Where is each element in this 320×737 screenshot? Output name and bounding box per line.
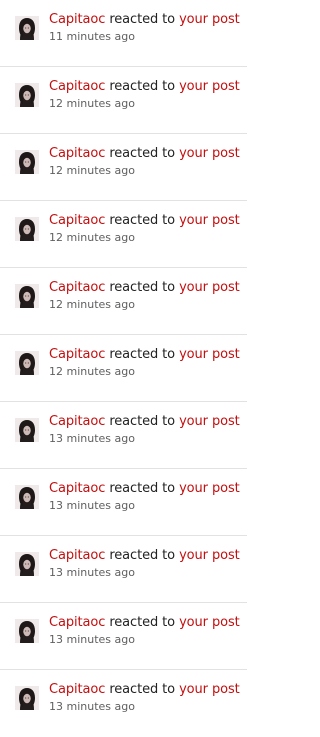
user-link[interactable]: Capitaoc: [49, 682, 105, 697]
action-text: reacted to: [109, 414, 176, 429]
notification-text: Capitaoc reacted to your post: [49, 413, 240, 431]
timestamp: 13 minutes ago: [49, 700, 135, 713]
user-avatar-icon: [15, 351, 39, 375]
user-avatar-icon: [15, 418, 39, 442]
user-avatar[interactable]: [15, 552, 39, 576]
timestamp: 13 minutes ago: [49, 566, 135, 579]
user-link[interactable]: Capitaoc: [49, 280, 105, 295]
action-text: reacted to: [109, 213, 176, 228]
user-avatar[interactable]: [15, 418, 39, 442]
notification-item[interactable]: Capitaoc reacted to your post 12 minutes…: [0, 67, 247, 134]
timestamp: 11 minutes ago: [49, 30, 135, 43]
notification-item[interactable]: Capitaoc reacted to your post 12 minutes…: [0, 335, 247, 402]
action-text: reacted to: [109, 615, 176, 630]
user-link[interactable]: Capitaoc: [49, 414, 105, 429]
notification-item[interactable]: Capitaoc reacted to your post 11 minutes…: [0, 0, 247, 67]
user-avatar-icon: [15, 16, 39, 40]
user-avatar-icon: [15, 150, 39, 174]
user-avatar-icon: [15, 284, 39, 308]
user-avatar[interactable]: [15, 150, 39, 174]
post-link[interactable]: your post: [179, 615, 240, 630]
notification-text: Capitaoc reacted to your post: [49, 212, 240, 230]
notification-item[interactable]: Capitaoc reacted to your post 13 minutes…: [0, 469, 247, 536]
action-text: reacted to: [109, 12, 176, 27]
user-avatar-icon: [15, 686, 39, 710]
post-link[interactable]: your post: [179, 548, 240, 563]
timestamp: 13 minutes ago: [49, 432, 135, 445]
notification-item[interactable]: Capitaoc reacted to your post 12 minutes…: [0, 201, 247, 268]
post-link[interactable]: your post: [179, 213, 240, 228]
post-link[interactable]: your post: [179, 414, 240, 429]
action-text: reacted to: [109, 146, 176, 161]
timestamp: 12 minutes ago: [49, 365, 135, 378]
notification-text: Capitaoc reacted to your post: [49, 547, 240, 565]
user-link[interactable]: Capitaoc: [49, 548, 105, 563]
notification-item[interactable]: Capitaoc reacted to your post 13 minutes…: [0, 670, 247, 737]
post-link[interactable]: your post: [179, 481, 240, 496]
user-link[interactable]: Capitaoc: [49, 347, 105, 362]
notification-item[interactable]: Capitaoc reacted to your post 12 minutes…: [0, 134, 247, 201]
post-link[interactable]: your post: [179, 79, 240, 94]
post-link[interactable]: your post: [179, 347, 240, 362]
timestamp: 13 minutes ago: [49, 633, 135, 646]
user-avatar-icon: [15, 619, 39, 643]
notification-text: Capitaoc reacted to your post: [49, 614, 240, 632]
user-avatar-icon: [15, 485, 39, 509]
timestamp: 12 minutes ago: [49, 164, 135, 177]
user-avatar[interactable]: [15, 619, 39, 643]
notification-item[interactable]: Capitaoc reacted to your post 12 minutes…: [0, 268, 247, 335]
notification-text: Capitaoc reacted to your post: [49, 279, 240, 297]
timestamp: 12 minutes ago: [49, 231, 135, 244]
notification-feed: Capitaoc reacted to your post 11 minutes…: [0, 0, 247, 737]
user-avatar[interactable]: [15, 686, 39, 710]
timestamp: 13 minutes ago: [49, 499, 135, 512]
user-avatar[interactable]: [15, 217, 39, 241]
action-text: reacted to: [109, 347, 176, 362]
user-avatar[interactable]: [15, 284, 39, 308]
user-link[interactable]: Capitaoc: [49, 12, 105, 27]
user-link[interactable]: Capitaoc: [49, 615, 105, 630]
post-link[interactable]: your post: [179, 12, 240, 27]
user-link[interactable]: Capitaoc: [49, 146, 105, 161]
notification-text: Capitaoc reacted to your post: [49, 346, 240, 364]
action-text: reacted to: [109, 682, 176, 697]
user-avatar[interactable]: [15, 83, 39, 107]
user-avatar-icon: [15, 217, 39, 241]
user-link[interactable]: Capitaoc: [49, 481, 105, 496]
action-text: reacted to: [109, 79, 176, 94]
user-link[interactable]: Capitaoc: [49, 79, 105, 94]
notification-text: Capitaoc reacted to your post: [49, 681, 240, 699]
user-avatar[interactable]: [15, 16, 39, 40]
notification-text: Capitaoc reacted to your post: [49, 78, 240, 96]
user-link[interactable]: Capitaoc: [49, 213, 105, 228]
user-avatar-icon: [15, 83, 39, 107]
user-avatar[interactable]: [15, 485, 39, 509]
post-link[interactable]: your post: [179, 280, 240, 295]
notification-item[interactable]: Capitaoc reacted to your post 13 minutes…: [0, 603, 247, 670]
timestamp: 12 minutes ago: [49, 298, 135, 311]
user-avatar[interactable]: [15, 351, 39, 375]
action-text: reacted to: [109, 481, 176, 496]
notification-item[interactable]: Capitaoc reacted to your post 13 minutes…: [0, 402, 247, 469]
timestamp: 12 minutes ago: [49, 97, 135, 110]
user-avatar-icon: [15, 552, 39, 576]
notification-text: Capitaoc reacted to your post: [49, 480, 240, 498]
action-text: reacted to: [109, 280, 176, 295]
notification-item[interactable]: Capitaoc reacted to your post 13 minutes…: [0, 536, 247, 603]
notification-text: Capitaoc reacted to your post: [49, 11, 240, 29]
action-text: reacted to: [109, 548, 176, 563]
notification-text: Capitaoc reacted to your post: [49, 145, 240, 163]
post-link[interactable]: your post: [179, 146, 240, 161]
post-link[interactable]: your post: [179, 682, 240, 697]
